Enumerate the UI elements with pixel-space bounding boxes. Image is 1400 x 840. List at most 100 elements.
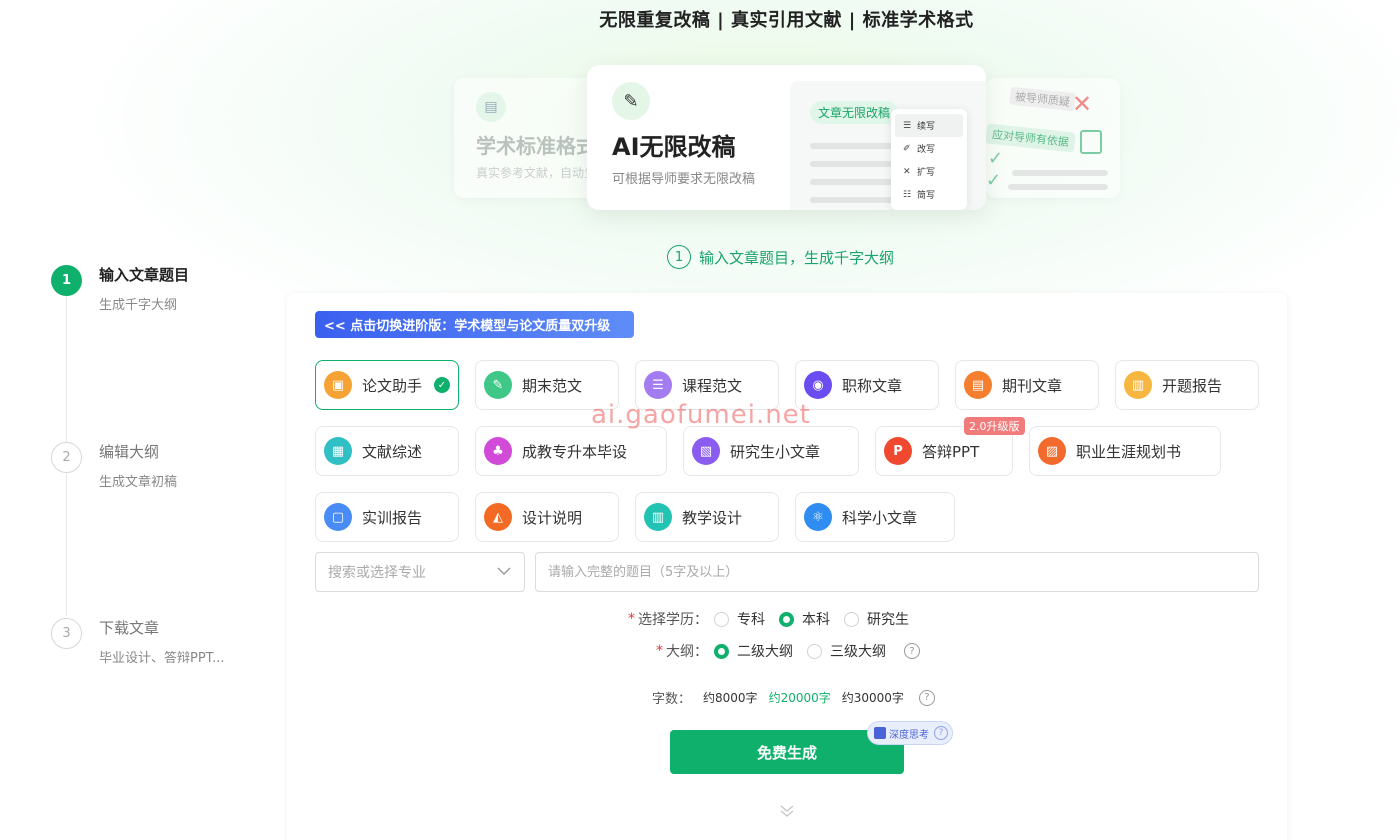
education-option-label: 研究生 (867, 612, 909, 628)
category-label: 职业生涯规划书 (1076, 442, 1182, 461)
step-2[interactable]: 2 编辑大纲 生成文章初稿 (51, 442, 177, 490)
hero-card-ai-revise: ✎ AI无限改稿 可根据导师要求无限改稿 文章无限改稿 ☰ 续写 ✐ 改写 ✕ 扩写 … (587, 65, 986, 210)
word-count-label: 字数： (652, 692, 692, 707)
check-icon: ✓ (988, 148, 1004, 169)
education-radio[interactable]: 专科 (714, 609, 765, 629)
hero-card-title: AI无限改稿 (612, 133, 736, 161)
education-options: 专科 本科 研究生 (714, 609, 923, 629)
category-card[interactable]: ▨ 职业生涯规划书 (1029, 426, 1221, 476)
step-subtitle: 生成文章初稿 (99, 475, 178, 490)
edit-icon (874, 727, 886, 739)
major-select-placeholder: 搜索或选择专业 (328, 565, 426, 581)
step-title: 输入文章题目 (99, 266, 190, 284)
outline-radio[interactable]: 三级大纲 (807, 641, 886, 661)
hero-card-subtitle: 可根据导师要求无限改稿 (612, 172, 756, 187)
expand-icon: ✕ (903, 166, 911, 177)
category-label: 论文助手 (362, 376, 423, 395)
watermark: ai.gaofumei.net (591, 400, 811, 430)
radio-dot (779, 611, 794, 627)
outline-radio[interactable]: 二级大纲 (714, 641, 793, 661)
word-count-option[interactable]: 约8000字 (703, 689, 758, 706)
outline-option-label: 三级大纲 (830, 644, 886, 660)
category-card[interactable]: ▤ 期刊文章 (955, 360, 1099, 410)
help-icon[interactable]: ? (904, 643, 920, 659)
category-card[interactable]: ⚛ 科学小文章 (795, 492, 955, 542)
category-card[interactable]: ▣ 论文助手 ✓ (315, 360, 459, 410)
word-count-option[interactable]: 约20000字 (769, 689, 831, 706)
section-title: 输入文章题目，生成千字大纲 (699, 248, 895, 267)
edit-list-icon: ✎ (612, 82, 650, 120)
advanced-version-banner[interactable]: << 点击切换进阶版：学术模型与论文质量双升级 (315, 311, 634, 338)
step-1[interactable]: 1 输入文章题目 生成千字大纲 (51, 265, 189, 313)
category-card[interactable]: ▢ 实训报告 (315, 492, 459, 542)
category-icon: ✎ (484, 371, 512, 399)
category-icon: ▥ (1124, 371, 1152, 399)
revise-preview-panel: 文章无限改稿 ☰ 续写 ✐ 改写 ✕ 扩写 ☷ 简写 (790, 81, 986, 210)
outline-options: 二级大纲 三级大纲 (714, 641, 900, 661)
outline-row: * 大纲： 二级大纲 三级大纲 ? (656, 641, 920, 661)
deep-thinking-badge[interactable]: 深度思考 ? (867, 721, 953, 745)
text-line (810, 143, 894, 149)
hero-card-subtitle: 真实参考文献，自动生 (476, 166, 597, 180)
word-count-option[interactable]: 约30000字 (842, 689, 904, 706)
category-icon: ♣ (484, 437, 512, 465)
category-card[interactable]: ▦ 文献综述 (315, 426, 459, 476)
word-count-row: 字数： 约8000字 约20000字 约30000字 ? (652, 688, 935, 707)
education-label: 选择学历： (638, 612, 708, 628)
text-line (1012, 170, 1108, 176)
step-3[interactable]: 3 下载文章 毕业设计、答辩PPT... (51, 618, 224, 666)
section-number: 1 (667, 245, 691, 269)
category-icon: ▢ (324, 503, 352, 531)
education-radio[interactable]: 研究生 (844, 609, 909, 629)
step-title: 下载文章 (99, 619, 160, 637)
chevron-double-down-icon[interactable] (778, 803, 796, 823)
category-card[interactable]: ▥ 开题报告 (1115, 360, 1259, 410)
category-icon: P (884, 437, 912, 465)
required-mark: * (628, 611, 635, 627)
category-card[interactable]: ◉ 职称文章 (795, 360, 939, 410)
category-icon: ◉ (804, 371, 832, 399)
category-card[interactable]: ▧ 研究生小文章 (683, 426, 859, 476)
menu-item-rewrite: ✐ 改写 (903, 143, 936, 156)
shorten-icon: ☷ (903, 189, 912, 200)
category-icon: ▧ (692, 437, 720, 465)
help-icon[interactable]: ? (934, 726, 948, 740)
category-label: 实训报告 (362, 508, 423, 527)
step-number: 1 (51, 265, 82, 296)
category-label: 科学小文章 (842, 508, 918, 527)
menu-item-shorten: ☷ 简写 (903, 189, 936, 202)
radio-dot (844, 611, 859, 627)
step-number: 3 (51, 618, 82, 649)
category-label: 研究生小文章 (730, 442, 821, 461)
check-icon: ✓ (434, 377, 450, 393)
major-select[interactable]: 搜索或选择专业 (315, 552, 525, 592)
word-count-options: 约8000字 约20000字 约30000字 (703, 689, 915, 706)
help-icon[interactable]: ? (918, 689, 935, 706)
revise-tag: 文章无限改稿 (810, 101, 899, 124)
category-icon: ◭ (484, 503, 512, 531)
menu-item-continue: ☰ 续写 (895, 114, 963, 137)
text-line (810, 179, 894, 185)
radio-dot (714, 643, 729, 659)
deep-thinking-label: 深度思考 (889, 729, 929, 741)
cross-icon: ✕ (1072, 90, 1093, 118)
category-label: 期刊文章 (1002, 376, 1063, 395)
rewrite-icon: ✐ (903, 143, 911, 154)
category-card[interactable]: P 答辩PPT 2.0升级版 (875, 417, 1025, 476)
category-card[interactable]: ◭ 设计说明 (475, 492, 619, 542)
category-label: 课程范文 (682, 376, 743, 395)
radio-dot (714, 611, 729, 627)
education-radio[interactable]: 本科 (779, 609, 830, 629)
topic-input[interactable] (535, 552, 1259, 592)
category-card[interactable]: ♣ 成教专升本毕设 (475, 426, 667, 476)
category-card[interactable]: ▥ 教学设计 (635, 492, 779, 542)
category-label: 职称文章 (842, 376, 903, 395)
category-label: 期末范文 (522, 376, 583, 395)
category-label: 文献综述 (362, 442, 423, 461)
outline-option-label: 二级大纲 (737, 644, 793, 660)
section-heading: 1 输入文章题目，生成千字大纲 (667, 245, 894, 269)
hero-card-title: 学术标准格式 (476, 134, 596, 158)
upgrade-badge: 2.0升级版 (964, 417, 1025, 435)
document-icon: ▤ (476, 92, 506, 122)
step-subtitle: 毕业设计、答辩PPT... (99, 651, 225, 666)
